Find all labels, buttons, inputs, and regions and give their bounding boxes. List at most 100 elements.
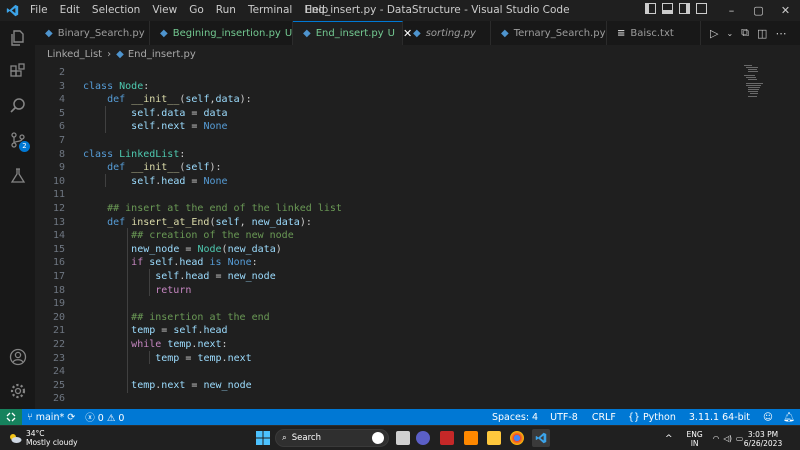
tab-label: Baisc.txt	[630, 27, 674, 39]
extensions-icon[interactable]	[0, 57, 35, 87]
problems-status[interactable]: ⓧ 0 ⚠ 0	[80, 410, 129, 424]
menu-run[interactable]: Run	[210, 0, 242, 21]
ms-office-icon[interactable]	[440, 431, 454, 445]
line-number: 5	[58, 107, 65, 119]
python-file-icon: ◆	[413, 27, 421, 39]
search-icon[interactable]	[0, 91, 35, 121]
minimize-button[interactable]: –	[718, 0, 745, 21]
split-editor-icon[interactable]: ◫	[757, 27, 767, 40]
explorer-icon[interactable]	[0, 23, 35, 53]
line-number: 3	[58, 80, 65, 92]
remote-window-icon[interactable]	[0, 409, 22, 425]
code-line: 6 self.next = None	[35, 120, 735, 134]
feedback-icon[interactable]: ☺	[758, 412, 778, 423]
toggle-secondary-sidebar-icon[interactable]	[679, 3, 690, 14]
tab-ternary-search[interactable]: ◆ Ternary_Search.py	[491, 21, 607, 45]
input-language[interactable]: ENG IN	[687, 430, 703, 448]
menu-selection[interactable]: Selection	[86, 0, 146, 21]
code-line: 26	[35, 392, 735, 406]
notifications-bell-icon[interactable]: 🔔︎	[778, 412, 800, 423]
toggle-panel-icon[interactable]	[662, 3, 673, 14]
weather-widget[interactable]: 34°C Mostly cloudy	[8, 429, 78, 447]
status-bar: ⑂ main* ⟳ ⓧ 0 ⚠ 0 Spaces: 4 UTF-8 CRLF {…	[0, 409, 800, 425]
settings-gear-icon[interactable]	[0, 376, 35, 406]
tab-basic-txt[interactable]: ≡ Baisc.txt	[607, 21, 701, 45]
run-python-file-icon[interactable]: ▷	[710, 27, 718, 40]
line-number: 26	[52, 393, 65, 405]
tab-label: Binary_Search.py	[57, 27, 145, 39]
windows-start-icon[interactable]	[256, 431, 270, 448]
indentation-status[interactable]: Spaces: 4	[487, 412, 543, 423]
code-line: 5 self.data = data	[35, 107, 735, 121]
menu-file[interactable]: File	[24, 0, 54, 21]
sync-icon[interactable]: ⟳	[67, 412, 75, 423]
show-hidden-icons-chevron-icon[interactable]: ^	[665, 434, 673, 444]
line-number: 20	[52, 311, 65, 323]
run-dropdown-chevron-icon[interactable]: ⌄	[726, 29, 733, 38]
toggle-primary-sidebar-icon[interactable]	[645, 3, 656, 14]
code-line: 16 if self.head is None:	[35, 256, 735, 270]
language-code: ENG	[686, 429, 703, 439]
encoding-status[interactable]: UTF-8	[543, 412, 585, 423]
code-line: 17 self.head = new_node	[35, 270, 735, 284]
python-file-icon: ◆	[160, 27, 168, 39]
open-changes-icon[interactable]: ⧉	[741, 26, 749, 40]
maximize-button[interactable]: ▢	[745, 0, 772, 21]
error-icon: ⓧ	[85, 413, 95, 424]
system-clock[interactable]: 3:03 PM 6/26/2023	[740, 430, 786, 448]
accounts-icon[interactable]	[0, 342, 35, 372]
line-number: 15	[52, 243, 65, 255]
bing-chat-icon[interactable]	[372, 432, 384, 444]
branch-status[interactable]: ⑂ main* ⟳	[22, 412, 80, 423]
untracked-badge: U	[284, 27, 293, 39]
more-actions-icon[interactable]: ⋯	[775, 27, 786, 40]
tab-sorting[interactable]: ◆ sorting.py	[403, 21, 491, 45]
tab-binary-search[interactable]: ◆ Binary_Search.py	[35, 21, 150, 45]
tab-begining-insertion[interactable]: ◆ Begining_insertion.py U	[150, 21, 293, 45]
line-number: 11	[52, 189, 65, 201]
task-view-icon[interactable]	[396, 431, 410, 445]
vlc-icon[interactable]	[464, 431, 478, 445]
close-window-button[interactable]: ✕	[772, 0, 799, 21]
menu-edit[interactable]: Edit	[54, 0, 86, 21]
line-number: 6	[58, 121, 65, 133]
menu-go[interactable]: Go	[183, 0, 210, 21]
menu-view[interactable]: View	[146, 0, 183, 21]
window-title: End_insert.py - DataStructure - Visual S…	[305, 4, 570, 16]
python-file-icon: ◆	[45, 27, 53, 39]
line-number: 2	[58, 67, 65, 78]
testing-icon[interactable]	[0, 161, 35, 191]
line-number: 7	[58, 135, 65, 146]
volume-icon[interactable]: ◁)	[723, 434, 732, 443]
menu-bar: File Edit Selection View Go Run Terminal…	[24, 0, 334, 21]
chat-icon[interactable]	[416, 431, 430, 445]
eol-status[interactable]: CRLF	[585, 412, 623, 423]
vscode-taskbar-icon[interactable]	[532, 429, 550, 447]
vscode-logo-icon	[0, 0, 24, 21]
wifi-icon[interactable]: ◠	[713, 434, 720, 443]
interpreter-status[interactable]: 3.11.1 64-bit	[681, 412, 758, 423]
windows-taskbar: 34°C Mostly cloudy ⌕ Search ^ ENG IN ◠ ◁…	[0, 425, 800, 450]
window-controls: – ▢ ✕	[718, 0, 799, 21]
code-line: 10 self.head = None	[35, 175, 735, 189]
activity-bar: 2	[0, 21, 35, 409]
breadcrumb-file[interactable]: End_insert.py	[128, 49, 196, 60]
language-status[interactable]: {} Python	[623, 412, 681, 423]
taskbar-search-box[interactable]: ⌕ Search	[275, 429, 389, 447]
customize-layout-icon[interactable]	[696, 3, 707, 14]
code-editor[interactable]: 2 3 class Node: 4 def __init__(self,data)…	[35, 63, 800, 409]
clock-date: 6/26/2023	[743, 439, 783, 448]
breadcrumb-folder[interactable]: Linked_List	[47, 49, 102, 60]
minimap[interactable]	[744, 63, 764, 99]
code-line: 9 def __init__(self):	[35, 161, 735, 175]
source-control-icon[interactable]: 2	[0, 125, 35, 155]
cloud-sun-icon	[10, 434, 22, 443]
tab-end-insert[interactable]: ◆ End_insert.py U ✕	[293, 21, 412, 45]
file-explorer-icon[interactable]	[487, 431, 501, 445]
system-tray: ^ ENG IN ◠ ◁) ▭	[665, 426, 743, 450]
search-placeholder: Search	[291, 433, 321, 443]
weather-temp: 34°C	[26, 429, 45, 438]
chrome-icon[interactable]	[510, 431, 524, 445]
branch-name: main*	[35, 411, 65, 423]
menu-terminal[interactable]: Terminal	[242, 0, 298, 21]
